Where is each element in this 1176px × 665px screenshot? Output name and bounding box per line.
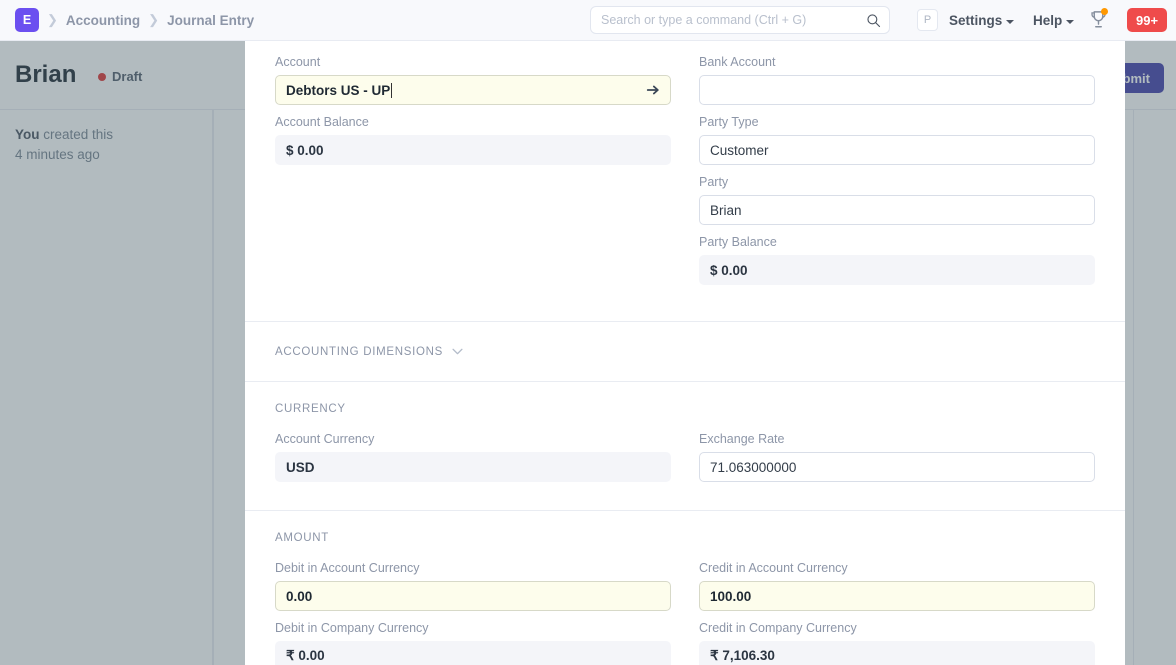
label-account-currency: Account Currency [275,432,671,447]
account-value: Debtors US - UP [286,83,390,98]
accounting-dimensions-section-toggle[interactable]: ACCOUNTING DIMENSIONS [245,322,1125,381]
go-to-arrow-icon[interactable] [646,83,660,97]
label-party-balance: Party Balance [699,235,1095,250]
label-party-type: Party Type [699,115,1095,130]
breadcrumb-journal-entry[interactable]: Journal Entry [167,13,254,28]
label-party: Party [699,175,1095,190]
party-type-input[interactable]: Customer [699,135,1095,165]
field-debit-company-currency: Debit in Company Currency ₹ 0.00 [275,621,671,665]
settings-menu[interactable]: Settings [949,13,1014,28]
trophy-notification-dot [1101,8,1108,15]
label-credit-company-currency: Credit in Company Currency [699,621,1095,636]
field-party-balance: Party Balance $ 0.00 [699,235,1095,285]
label-account: Account [275,55,671,70]
bank-account-input[interactable] [699,75,1095,105]
field-account: Account Debtors US - UP [275,55,671,105]
field-account-balance: Account Balance $ 0.00 [275,115,671,165]
credit-account-currency-input[interactable]: 100.00 [699,581,1095,611]
chevron-down-icon [1066,20,1074,24]
chevron-down-icon[interactable] [452,348,463,355]
party-input[interactable]: Brian [699,195,1095,225]
top-navbar: E ❯ Accounting ❯ Journal Entry P Setting… [0,0,1176,41]
amount-heading: AMOUNT [275,532,1095,544]
field-party: Party Brian [699,175,1095,225]
field-debit-account-currency: Debit in Account Currency 0.00 [275,561,671,611]
label-exchange-rate: Exchange Rate [699,432,1095,447]
field-party-type: Party Type Customer [699,115,1095,165]
journal-entry-row-modal: Account Debtors US - UP Account Balance … [245,41,1125,665]
avatar[interactable]: P [917,9,938,31]
help-label: Help [1033,13,1062,28]
field-credit-company-currency: Credit in Company Currency ₹ 7,106.30 [699,621,1095,665]
chevron-down-icon [1006,20,1014,24]
currency-heading: CURRENCY [275,403,1095,415]
account-balance-value: $ 0.00 [275,135,671,165]
breadcrumb-separator-2: ❯ [148,12,159,28]
exchange-rate-input[interactable]: 71.063000000 [699,452,1095,482]
global-search[interactable] [590,6,890,34]
app-window: Brian Draft Submit You created this 4 mi… [0,0,1176,665]
app-logo-icon[interactable]: E [15,8,39,32]
party-balance-value: $ 0.00 [699,255,1095,285]
field-account-currency: Account Currency USD [275,432,671,482]
notification-count-badge[interactable]: 99+ [1127,8,1167,32]
debit-company-currency-value: ₹ 0.00 [275,641,671,665]
breadcrumb-separator: ❯ [47,12,58,28]
label-credit-account-currency: Credit in Account Currency [699,561,1095,576]
account-input[interactable]: Debtors US - UP [275,75,671,105]
accounting-dimensions-heading: ACCOUNTING DIMENSIONS [275,346,443,358]
field-bank-account: Bank Account [699,55,1095,105]
settings-label: Settings [949,13,1002,28]
label-debit-company-currency: Debit in Company Currency [275,621,671,636]
search-icon[interactable] [866,13,881,28]
field-credit-account-currency: Credit in Account Currency 100.00 [699,561,1095,611]
debit-account-currency-input[interactable]: 0.00 [275,581,671,611]
currency-section: CURRENCY Account Currency USD Exchange R… [245,382,1125,492]
account-details-section: Account Debtors US - UP Account Balance … [245,41,1125,303]
breadcrumb-accounting[interactable]: Accounting [66,13,140,28]
help-menu[interactable]: Help [1033,13,1074,28]
label-bank-account: Bank Account [699,55,1095,70]
credit-company-currency-value: ₹ 7,106.30 [699,641,1095,665]
text-cursor [391,83,392,98]
field-exchange-rate: Exchange Rate 71.063000000 [699,432,1095,482]
label-debit-account-currency: Debit in Account Currency [275,561,671,576]
search-input[interactable] [601,13,866,27]
amount-section: AMOUNT Debit in Account Currency 0.00 De… [245,511,1125,665]
label-account-balance: Account Balance [275,115,671,130]
account-currency-value: USD [275,452,671,482]
